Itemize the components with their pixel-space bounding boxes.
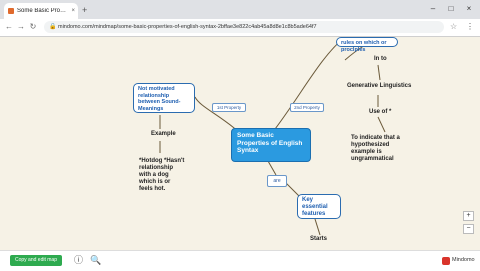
info-icon[interactable]: ⓘ <box>74 254 83 266</box>
search-icon[interactable]: 🔍 <box>90 254 101 266</box>
favicon-icon <box>8 8 14 14</box>
main-topic-node[interactable]: Some Basic Properties of English Syntax <box>231 128 311 162</box>
browser-menu-icon[interactable]: ⋮ <box>466 21 474 33</box>
maximize-button[interactable]: □ <box>444 3 458 15</box>
are-label[interactable]: are <box>267 175 287 187</box>
rules-node[interactable]: rules on which or proclples <box>336 37 398 53</box>
mindomo-brand[interactable]: Mindomo <box>442 256 475 265</box>
navigation-bar: ← → ↻ 🔒 mindomo.com/mindmap/some-basic-p… <box>0 19 480 37</box>
forward-button[interactable]: → <box>16 21 26 33</box>
tab-title: Some Basic Properties of Englis <box>17 8 68 14</box>
indicate-ungrammatical-text: To indicate that a hypothesized example … <box>351 135 400 162</box>
tab-close-icon[interactable]: × <box>71 8 75 14</box>
main-topic-label: Some Basic Properties of English Syntax <box>237 132 303 154</box>
not-motivated-label: Not motivated relationship between Sound… <box>138 86 181 112</box>
footer-bar: Copy and edit map ⓘ 🔍 Mindomo <box>0 250 480 271</box>
new-tab-button[interactable]: + <box>82 4 87 16</box>
generative-linguistics-text: Generative Linguistics <box>347 83 412 89</box>
hotdog-example-text: *Hotdog *Hasn't relationship with a dog … <box>139 158 185 192</box>
mindmap-canvas[interactable]: rules on which or proclples Not motivate… <box>0 37 480 250</box>
first-property-label[interactable]: 1st Property <box>212 103 246 112</box>
brand-name: Mindomo <box>452 257 475 263</box>
reload-button[interactable]: ↻ <box>28 21 38 33</box>
lock-icon: 🔒 <box>49 24 57 30</box>
url-text: mindomo.com/mindmap/some-basic-propertie… <box>58 24 317 30</box>
in-to-text: In to <box>374 56 387 62</box>
not-motivated-node[interactable]: Not motivated relationship between Sound… <box>133 83 195 113</box>
key-features-label: Key essential features <box>302 197 328 217</box>
minimize-button[interactable]: – <box>426 3 440 15</box>
back-button[interactable]: ← <box>4 21 14 33</box>
browser-tab[interactable]: Some Basic Properties of Englis × <box>4 3 78 19</box>
tab-bar: Some Basic Properties of Englis × + – □ … <box>0 0 480 19</box>
address-bar[interactable]: 🔒 mindomo.com/mindmap/some-basic-propert… <box>44 21 444 33</box>
copy-and-edit-button[interactable]: Copy and edit map <box>10 255 62 266</box>
starts-text: Starts <box>310 236 328 242</box>
key-features-node[interactable]: Key essential features <box>297 194 341 219</box>
second-property-label[interactable]: 2nd Property <box>290 103 324 112</box>
zoom-out-button[interactable]: − <box>463 224 474 234</box>
bookmark-star-icon[interactable]: ☆ <box>450 21 457 33</box>
mindomo-logo-icon <box>442 256 450 265</box>
use-of-asterisk-text: Use of * <box>369 109 392 115</box>
zoom-in-button[interactable]: + <box>463 211 474 221</box>
window-close-button[interactable]: × <box>462 3 476 15</box>
example-text: Example <box>151 131 176 137</box>
